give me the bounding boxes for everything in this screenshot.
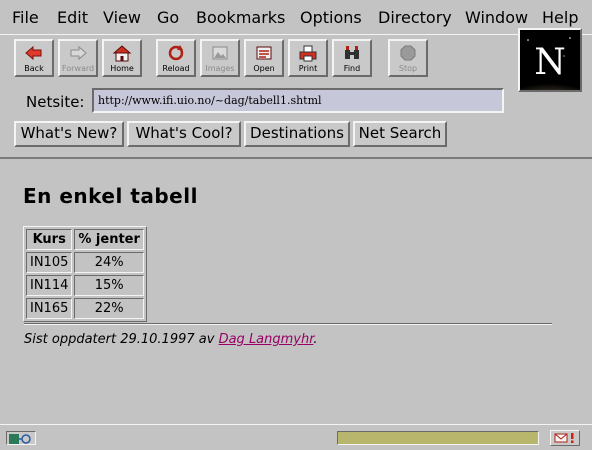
logo-letter: N [534,42,566,83]
print-icon [299,45,317,62]
status-bar [0,424,592,450]
open-button[interactable]: Open [244,39,284,77]
menu-go[interactable]: Go [157,8,179,27]
forward-label: Forward [61,64,95,73]
toolbar-area: Back Forward Home Reload Images Open Pri… [0,35,592,153]
menu-file[interactable]: File [12,8,39,27]
horizontal-rule [24,323,552,325]
whats-new-button[interactable]: What's New? [14,121,124,147]
back-label: Back [24,64,44,73]
last-updated: Sist oppdatert 29.10.1997 av Dag Langmyh… [24,332,318,347]
progress-fill [338,432,538,444]
forward-button[interactable]: Forward [58,39,98,77]
author-link[interactable]: Dag Langmyhr [219,332,314,347]
page-heading: En enkel tabell [23,184,198,208]
back-button[interactable]: Back [14,39,54,77]
net-search-button[interactable]: Net Search [353,121,447,147]
images-button[interactable]: Images [200,39,240,77]
table-cell: 15% [74,275,144,296]
find-button[interactable]: Find [332,39,372,77]
table-row: IN105 24% [26,252,144,273]
url-field[interactable]: http://www.ifi.uio.no/~dag/tabell1.shtml [92,88,504,113]
security-key-icon [9,434,31,444]
updated-suffix: . [313,332,318,347]
forward-arrow-icon [70,45,87,61]
whats-cool-button[interactable]: What's Cool? [127,121,241,147]
reload-button[interactable]: Reload [156,39,196,77]
menu-help[interactable]: Help [542,8,578,27]
images-icon [212,46,228,60]
stop-button[interactable]: Stop [388,39,428,77]
print-button[interactable]: Print [288,39,328,77]
home-icon [112,45,132,62]
menu-bookmarks[interactable]: Bookmarks [196,8,285,27]
open-icon [256,46,272,60]
table-row: IN165 22% [26,298,144,319]
menu-options[interactable]: Options [300,8,362,27]
netscape-n-icon: N [520,30,580,90]
netsite-label: Netsite: [26,93,85,111]
table-cell: IN114 [26,275,73,296]
table-row: IN114 15% [26,275,144,296]
menu-directory[interactable]: Directory [378,8,452,27]
updated-text: Sist oppdatert 29.10.1997 av [24,332,219,347]
table-header-cell: Kurs [26,229,73,250]
stop-icon [400,45,416,61]
open-label: Open [253,64,275,73]
mail-button[interactable] [550,430,580,446]
find-label: Find [343,64,361,73]
reload-icon [168,45,184,61]
table-cell: IN105 [26,252,73,273]
menu-edit[interactable]: Edit [57,8,88,27]
mail-icon [554,433,574,443]
menu-view[interactable]: View [103,8,141,27]
menu-bar: File Edit View Go Bookmarks Options Dire… [0,0,592,35]
security-indicator[interactable] [6,431,36,445]
stop-label: Stop [398,64,418,73]
destinations-button[interactable]: Destinations [244,121,350,147]
table-header-cell: % jenter [74,229,144,250]
back-arrow-icon [25,45,42,61]
data-table: Kurs % jenter IN105 24% IN114 15% IN165 … [23,226,147,322]
images-label: Images [205,64,235,73]
print-label: Print [298,64,318,73]
find-icon [345,46,359,59]
table-header-row: Kurs % jenter [26,229,144,250]
table-cell: IN165 [26,298,73,319]
progress-bar [337,431,539,445]
reload-label: Reload [162,64,190,73]
netscape-logo[interactable]: N [518,28,582,92]
table-cell: 22% [74,298,144,319]
menu-window[interactable]: Window [465,8,528,27]
home-label: Home [110,64,134,73]
home-button[interactable]: Home [102,39,142,77]
table-cell: 24% [74,252,144,273]
